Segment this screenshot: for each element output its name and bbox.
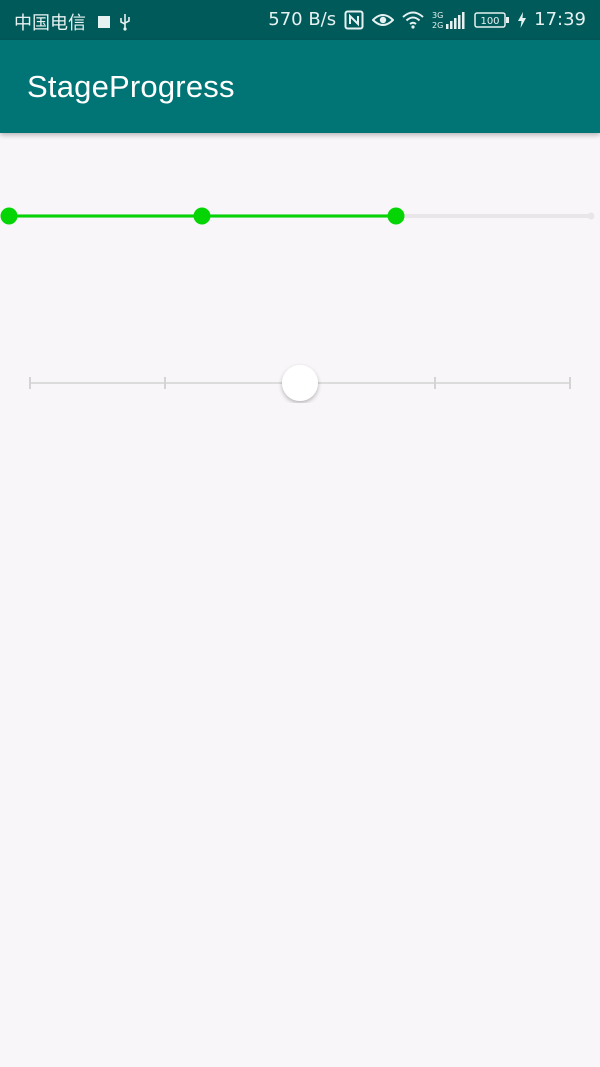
stage-node-3 xyxy=(387,207,405,225)
status-bar: 中国电信 570 B/s 3G 2G 100 17:39 xyxy=(0,0,600,40)
seekbar-thumb[interactable] xyxy=(282,365,318,401)
svg-text:3G: 3G xyxy=(432,11,443,20)
notification-square-icon xyxy=(98,16,110,28)
svg-text:2G: 2G xyxy=(432,21,443,30)
stage-node-1 xyxy=(0,207,18,225)
status-left: 中国电信 xyxy=(14,9,132,35)
stage-node-2 xyxy=(193,207,211,225)
stage-progress xyxy=(0,207,595,225)
content-area xyxy=(0,133,600,1067)
usb-icon xyxy=(118,13,132,31)
carrier-label: 中国电信 xyxy=(14,13,86,34)
net-speed: 570 B/s xyxy=(268,9,337,30)
stage-node-4 xyxy=(587,212,595,220)
clock: 17:39 xyxy=(534,9,586,30)
eye-icon xyxy=(372,12,395,28)
battery-level: 100 xyxy=(481,16,500,27)
signal-icon: 3G 2G xyxy=(432,10,466,30)
app-title: StageProgress xyxy=(27,69,235,104)
wifi-icon xyxy=(402,11,424,29)
stage-seekbar[interactable] xyxy=(0,363,600,403)
status-right: 570 B/s 3G 2G 100 17:39 xyxy=(268,9,586,30)
battery-icon: 100 xyxy=(474,11,510,29)
app-bar: StageProgress xyxy=(0,40,600,133)
nfc-icon xyxy=(344,10,364,30)
charging-bolt-icon xyxy=(518,11,527,28)
